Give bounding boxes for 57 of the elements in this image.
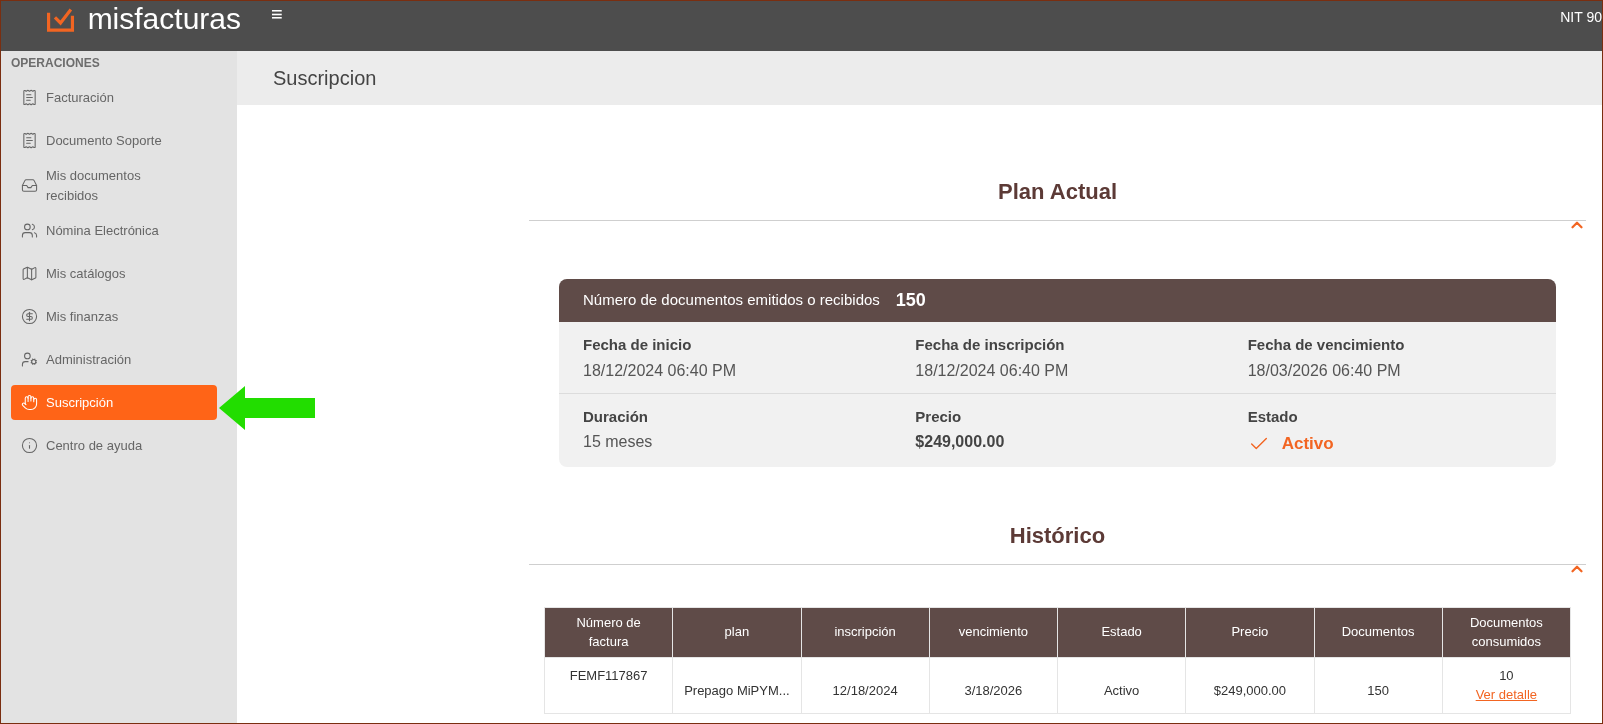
column-header: Documentos xyxy=(1314,607,1443,657)
field-value: 18/12/2024 06:40 PM xyxy=(583,360,737,381)
sidebar-item[interactable]: Administración xyxy=(11,342,217,377)
sidebar-item[interactable]: Documento Soporte xyxy=(11,123,217,158)
page-title: Suscripcion xyxy=(273,66,377,91)
field-label: Fecha de inscripción xyxy=(915,335,1066,355)
account-text: NIT 90 xyxy=(1560,8,1602,27)
cell-text: 10 xyxy=(1499,666,1514,685)
sidebar-item[interactable]: Facturación xyxy=(11,80,217,115)
column-header: plan xyxy=(672,607,801,657)
field-label: Fecha de inicio xyxy=(583,335,693,355)
column-header: inscripción xyxy=(801,607,930,657)
people-gear-icon xyxy=(21,351,38,368)
info-icon xyxy=(21,437,38,454)
details-link[interactable]: Ver detalle xyxy=(1475,685,1538,705)
column-header: Número de factura xyxy=(544,607,673,657)
column-header: vencimiento xyxy=(929,607,1058,657)
table-cell: $249,000.00 xyxy=(1185,657,1314,713)
field-value: 18/03/2026 06:40 PM xyxy=(1247,360,1402,381)
receipt-icon xyxy=(21,89,38,106)
column-header: Precio xyxy=(1185,607,1314,657)
people-icon xyxy=(21,222,38,239)
hand-icon xyxy=(21,394,38,411)
table-cell: 12/18/2024 xyxy=(801,657,930,713)
count-value: 150 xyxy=(895,289,926,312)
field-value: 18/12/2024 06:40 PM xyxy=(915,360,1070,381)
field-value: 15 meses xyxy=(583,432,654,452)
table-cell: Prepago MiPYM... xyxy=(672,657,801,713)
pointing-arrow-icon xyxy=(217,384,317,432)
status-value: Activo xyxy=(1281,433,1334,455)
sidebar-item[interactable]: Centro de ayuda xyxy=(11,428,217,463)
sidebar-item[interactable]: Nómina Electrónica xyxy=(11,213,217,248)
section-heading: Plan Actual xyxy=(998,178,1117,206)
field-label: Fecha de vencimiento xyxy=(1247,335,1406,355)
field-label: Precio xyxy=(915,406,963,427)
sidebar-item[interactable]: Mis catálogos xyxy=(11,256,217,291)
sidebar-item[interactable]: Mis finanzas xyxy=(11,299,217,334)
logo-text: misfacturas xyxy=(87,4,241,34)
sidebar-item[interactable]: Mis documentos recibidos xyxy=(11,166,217,205)
map-icon xyxy=(21,265,38,282)
section-heading: Histórico xyxy=(1009,521,1106,550)
table-cell: Activo xyxy=(1057,657,1186,713)
section-label: OPERACIONES xyxy=(10,55,101,72)
table-cell: FEMF117867 xyxy=(544,657,673,713)
menu-button[interactable]: ≡ xyxy=(271,1,283,24)
field-value: $249,000.00 xyxy=(915,432,1006,452)
inbox-icon xyxy=(21,177,38,194)
table-cell: 3/18/2026 xyxy=(929,657,1058,713)
sidebar-item[interactable]: Suscripción xyxy=(11,385,217,420)
column-header: Estado xyxy=(1057,607,1186,657)
receipt-icon xyxy=(21,132,38,149)
table-cell: 150 xyxy=(1314,657,1443,713)
field-label: Duración xyxy=(583,406,649,427)
count-label: Número de documentos emitidos o recibidos xyxy=(583,290,880,311)
field-label: Estado xyxy=(1247,406,1299,427)
dollar-icon xyxy=(21,308,38,325)
column-header: Documentos consumidos xyxy=(1442,607,1571,657)
